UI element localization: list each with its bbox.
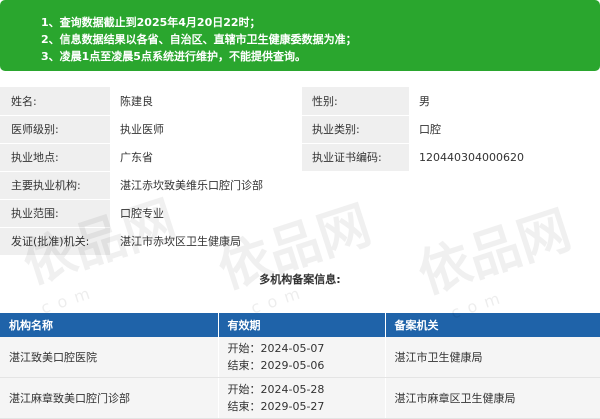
issuer-value: 湛江市赤坎区卫生健康局	[110, 227, 600, 256]
authority-cell: 湛江市卫生健康局	[385, 337, 600, 378]
multi-org-table: 机构名称 有效期 备案机关 湛江致美口腔医院 开始：2024-05-07 结束：…	[0, 313, 600, 419]
notice-line-3: 3、凌晨1点至凌晨5点系统进行维护，不能提供查询。	[41, 50, 306, 63]
authority-cell: 湛江市麻章区卫生健康局	[385, 377, 600, 419]
end-date: 结束：2029-05-27	[227, 400, 325, 413]
notice-banner: 1、查询数据截止到2025年4月20日22时； 2、信息数据结果以各省、自治区、…	[0, 0, 600, 71]
validity-cell: 开始：2024-05-07 结束：2029-05-06	[218, 337, 386, 378]
scope-value: 口腔专业	[110, 199, 600, 228]
header-validity: 有效期	[218, 313, 386, 337]
org-label: 主要执业机构:	[0, 171, 110, 200]
cert-label: 执业证书编码:	[302, 143, 409, 172]
name-label: 姓名:	[0, 87, 110, 116]
validity-cell: 开始：2024-05-28 结束：2029-05-27	[218, 377, 386, 419]
cert-value: 120440304000620	[409, 143, 600, 172]
org-name-cell: 湛江致美口腔医院	[0, 337, 219, 378]
end-date: 结束：2029-05-06	[227, 359, 325, 372]
multi-org-header-row: 机构名称 有效期 备案机关	[0, 313, 600, 337]
info-row-issuer: 发证(批准)机关: 湛江市赤坎区卫生健康局	[0, 227, 600, 256]
category-value: 口腔	[409, 115, 600, 144]
issuer-label: 发证(批准)机关:	[0, 227, 110, 256]
scope-label: 执业范围:	[0, 199, 110, 228]
info-row-location: 执业地点: 广东省 执业证书编码: 120440304000620	[0, 143, 600, 172]
info-row-name: 姓名: 陈建良 性别: 男	[0, 87, 600, 116]
start-date: 开始：2024-05-07	[227, 342, 325, 355]
table-row: 湛江致美口腔医院 开始：2024-05-07 结束：2029-05-06 湛江市…	[0, 337, 600, 378]
start-date: 开始：2024-05-28	[227, 383, 325, 396]
gender-label: 性别:	[302, 87, 409, 116]
category-label: 执业类别:	[302, 115, 409, 144]
org-value: 湛江赤坎致美维乐口腔门诊部	[110, 171, 600, 200]
location-value: 广东省	[110, 143, 302, 172]
notice-line-1: 1、查询数据截止到2025年4月20日22时；	[41, 16, 261, 29]
doctor-info-table: 姓名: 陈建良 性别: 男 医师级别: 执业医师 执业类别: 口腔 执业地点: …	[0, 87, 600, 256]
org-name-cell: 湛江麻章致美口腔门诊部	[0, 377, 219, 419]
info-row-scope: 执业范围: 口腔专业	[0, 199, 600, 228]
name-value: 陈建良	[110, 87, 302, 116]
level-label: 医师级别:	[0, 115, 110, 144]
header-org-name: 机构名称	[0, 313, 219, 337]
info-row-level: 医师级别: 执业医师 执业类别: 口腔	[0, 115, 600, 144]
location-label: 执业地点:	[0, 143, 110, 172]
header-authority: 备案机关	[385, 313, 600, 337]
table-row: 湛江麻章致美口腔门诊部 开始：2024-05-28 结束：2029-05-27 …	[0, 377, 600, 419]
gender-value: 男	[409, 87, 600, 116]
level-value: 执业医师	[110, 115, 302, 144]
info-row-org: 主要执业机构: 湛江赤坎致美维乐口腔门诊部	[0, 171, 600, 200]
notice-line-2: 2、信息数据结果以各省、自治区、直辖市卫生健康委数据为准；	[41, 33, 357, 46]
multi-org-title: 多机构备案信息:	[259, 273, 341, 286]
